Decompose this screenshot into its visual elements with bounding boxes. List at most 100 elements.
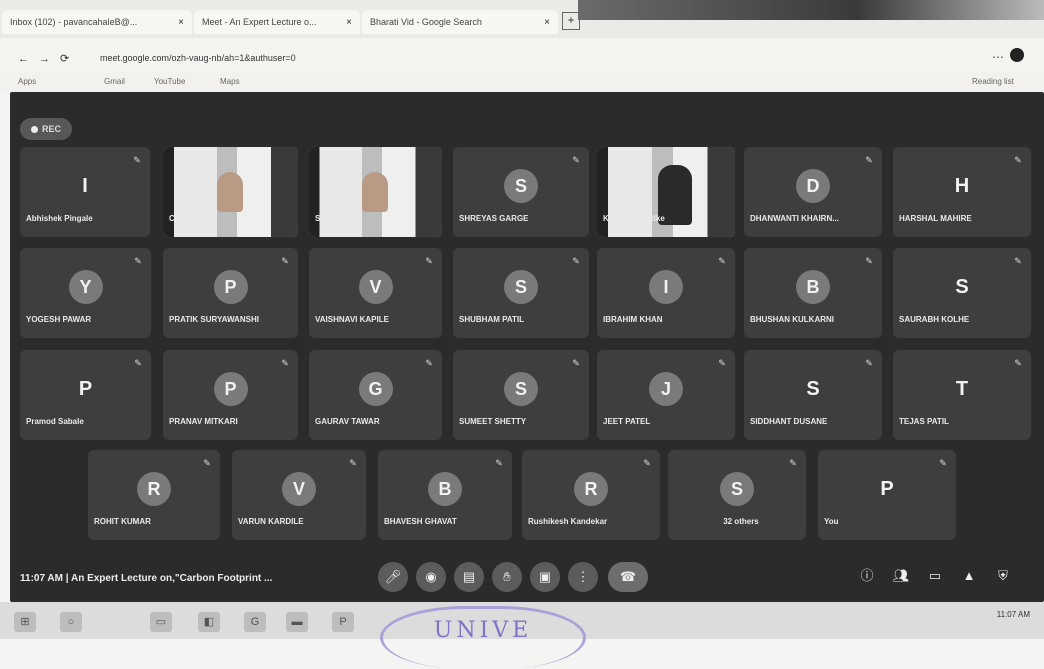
close-icon[interactable]: × xyxy=(346,17,352,28)
participant-tile[interactable]: S SAURABH KOLHE ✎ xyxy=(893,248,1031,338)
participant-video xyxy=(217,172,243,213)
bookmark-youtube[interactable]: YouTube xyxy=(154,77,185,86)
leave-call-icon[interactable]: ☎︎ xyxy=(608,562,648,592)
participant-tile[interactable]: B BHUSHAN KULKARNI ✎ xyxy=(744,248,882,338)
mic-muted-icon: ✎ xyxy=(1014,256,1022,266)
avatar: B xyxy=(428,472,462,506)
close-icon[interactable]: × xyxy=(544,17,550,28)
bookmark-maps[interactable]: Maps xyxy=(220,77,240,86)
mic-muted-icon: ✎ xyxy=(572,358,580,368)
participant-tile[interactable]: R Rushikesh Kandekar ✎ xyxy=(522,450,660,540)
participant-name: SHREYAS GARGE xyxy=(459,214,529,223)
participant-tile[interactable]: T TEJAS PATIL ✎ xyxy=(893,350,1031,440)
info-icon[interactable]: ⓘ xyxy=(858,567,876,585)
participant-tile[interactable]: S SUMEET SHETTY ✎ xyxy=(453,350,589,440)
mic-muted-icon: ✎ xyxy=(349,458,357,468)
mic-off-icon[interactable]: 🎤︎ xyxy=(378,562,408,592)
record-icon xyxy=(30,125,38,133)
tab-label: Meet - An Expert Lecture o... xyxy=(202,17,317,27)
participant-tile[interactable]: V VAISHNAVI KAPILE ✎ xyxy=(309,248,442,338)
participant-name: VARUN KARDILE xyxy=(238,517,304,526)
raise-hand-icon[interactable]: ✋︎ xyxy=(492,562,522,592)
avatar: H xyxy=(954,175,970,197)
start-icon[interactable]: ⊞ xyxy=(14,612,36,632)
participant-name: GAURAV TAWAR xyxy=(315,417,380,426)
tab-gmail[interactable]: Inbox (102) - pavancahaleB@... × xyxy=(2,10,192,34)
participant-name: Swati xyxy=(315,214,336,223)
present-icon[interactable]: ▣ xyxy=(530,562,560,592)
camera-off-icon[interactable]: ◉ xyxy=(416,562,446,592)
participant-name: DHANWANTI KHAIRN... xyxy=(750,214,839,223)
chat-icon[interactable]: ▭ xyxy=(926,567,944,585)
folder-icon[interactable]: ▬ xyxy=(286,612,308,632)
participant-name: PRANAV MITKARI xyxy=(169,417,238,426)
url-field[interactable]: meet.google.com/ozh-vaug-nb/ah=1&authuse… xyxy=(100,53,296,63)
nav-buttons[interactable]: ←→⟳ xyxy=(18,52,79,65)
avatar: S xyxy=(720,472,754,506)
chrome-icon[interactable]: G xyxy=(244,612,266,632)
meeting-title: 11:07 AM | An Expert Lecture on,"Carbon … xyxy=(20,573,273,584)
participant-tile[interactable]: S SIDDHANT DUSANE ✎ xyxy=(744,350,882,440)
extension-icon[interactable]: ⋯ xyxy=(992,50,1004,64)
mic-muted-icon: ✎ xyxy=(1014,155,1022,165)
participant-tile[interactable]: P Pramod Sabale ✎ xyxy=(20,350,151,440)
search-icon[interactable]: ○ xyxy=(60,612,82,632)
tab-meet[interactable]: Meet - An Expert Lecture o... × xyxy=(194,10,360,34)
office-icon[interactable]: P xyxy=(332,612,354,632)
people-icon[interactable]: 👥︎ xyxy=(892,567,910,585)
participant-tile[interactable]: R ROHIT KUMAR ✎ xyxy=(88,450,220,540)
more-options-icon[interactable]: ⋮ xyxy=(568,562,598,592)
meet-control-bar: 11:07 AM | An Expert Lecture on,"Carbon … xyxy=(10,556,1044,602)
participant-tile[interactable]: Kaushik Phadke xyxy=(597,147,735,237)
participant-name: Abhishek Pingale xyxy=(26,214,93,223)
participant-tile[interactable]: B BHAVESH GHAVAT ✎ xyxy=(378,450,512,540)
mic-muted-icon: ✎ xyxy=(865,155,873,165)
participant-tile[interactable]: H HARSHAL MAHIRE ✎ xyxy=(893,147,1031,237)
participant-tile[interactable]: P PRANAV MITKARI ✎ xyxy=(163,350,298,440)
mic-muted-icon: ✎ xyxy=(718,256,726,266)
participant-name: IBRAHIM KHAN xyxy=(603,315,663,324)
avatar: S xyxy=(504,372,538,406)
mic-muted-icon: ✎ xyxy=(134,256,142,266)
avatar: Y xyxy=(68,270,103,304)
participant-tile[interactable]: V VARUN KARDILE ✎ xyxy=(232,450,366,540)
participant-tile[interactable]: G GAURAV TAWAR ✎ xyxy=(309,350,442,440)
close-icon[interactable]: × xyxy=(178,17,184,28)
participant-tile[interactable]: Y YOGESH PAWAR ✎ xyxy=(20,248,151,338)
participant-tile[interactable]: S SHUBHAM PATIL ✎ xyxy=(453,248,589,338)
profile-avatar[interactable] xyxy=(1010,48,1024,62)
mic-muted-icon: ✎ xyxy=(495,458,503,468)
participant-tile[interactable]: S 32 others ✎ xyxy=(668,450,806,540)
captions-icon[interactable]: ▤ xyxy=(454,562,484,592)
participant-tile[interactable]: D DHANWANTI KHAIRN... ✎ xyxy=(744,147,882,237)
mic-muted-icon: ✎ xyxy=(281,358,289,368)
mic-muted-icon: ✎ xyxy=(425,256,433,266)
file-explorer-icon[interactable]: ▭ xyxy=(150,612,172,632)
activities-icon[interactable]: ▲ xyxy=(960,567,978,585)
mic-muted-icon: ✎ xyxy=(133,155,141,165)
participant-tile[interactable]: S SHREYAS GARGE ✎ xyxy=(453,147,589,237)
avatar: S xyxy=(504,270,538,304)
mic-muted-icon: ✎ xyxy=(865,256,873,266)
participant-tile[interactable]: J JEET PATEL ✎ xyxy=(597,350,735,440)
tab-google-search[interactable]: Bharati Vid - Google Search × xyxy=(362,10,558,34)
mic-muted-icon: ✎ xyxy=(572,256,580,266)
bookmark-gmail[interactable]: Gmail xyxy=(104,77,125,86)
participant-name: BHAVESH GHAVAT xyxy=(384,517,457,526)
participant-tile[interactable]: Civil xyxy=(163,147,298,237)
reading-list[interactable]: Reading list xyxy=(972,77,1014,86)
participant-name: Civil xyxy=(169,214,186,223)
mic-muted-icon: ✎ xyxy=(865,358,873,368)
participant-tile[interactable]: P PRATIK SURYAWANSHI ✎ xyxy=(163,248,298,338)
avatar: P xyxy=(213,372,248,406)
avatar: S xyxy=(504,169,538,203)
participant-tile[interactable]: P You ✎ xyxy=(818,450,956,540)
app-icon[interactable]: ◧ xyxy=(198,612,220,632)
avatar: P xyxy=(78,378,93,400)
participant-tile[interactable]: Swati xyxy=(309,147,442,237)
university-stamp: UNIVE xyxy=(380,606,586,669)
participant-tile[interactable]: I Abhishek Pingale ✎ xyxy=(20,147,150,237)
bookmark-apps[interactable]: Apps xyxy=(18,77,36,86)
host-controls-icon[interactable]: ⛨ xyxy=(994,567,1012,585)
participant-tile[interactable]: I IBRAHIM KHAN ✎ xyxy=(597,248,735,338)
